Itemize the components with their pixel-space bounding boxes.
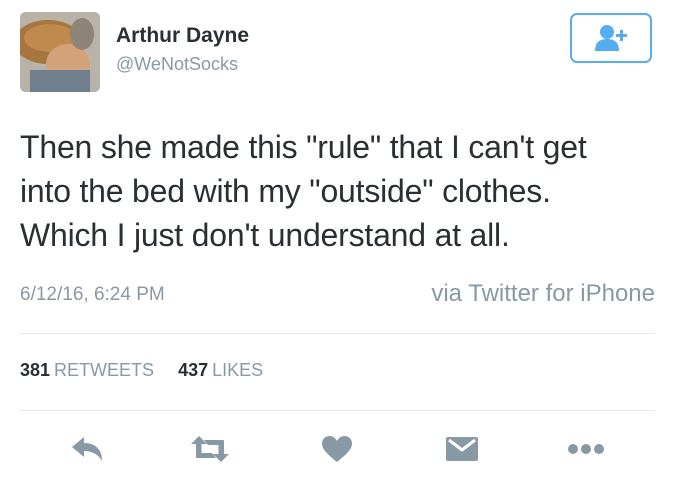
divider	[20, 410, 655, 411]
divider	[20, 333, 655, 334]
retweets-count: 381	[20, 360, 51, 380]
user-handle[interactable]: @WeNotSocks	[116, 54, 238, 75]
retweet-icon	[191, 436, 229, 462]
reply-button[interactable]	[67, 432, 107, 466]
tweet-line: into the bed with my "outside" clothes.	[20, 173, 551, 209]
more-icon	[568, 444, 604, 454]
likes-count: 437	[178, 360, 209, 380]
like-button[interactable]	[317, 432, 357, 466]
tweet-line: Then she made this "rule" that I can't g…	[20, 129, 587, 165]
reply-icon	[72, 437, 102, 461]
tweet-line: Which I just don't understand at all.	[20, 217, 510, 253]
like-icon	[322, 436, 352, 462]
more-button[interactable]	[566, 432, 606, 466]
message-button[interactable]	[442, 432, 482, 466]
display-name[interactable]: Arthur Dayne	[116, 24, 249, 48]
likes-label: LIKES	[212, 360, 264, 380]
retweet-button[interactable]	[190, 432, 230, 466]
retweets-stat[interactable]: 381 RETWEETS	[20, 360, 159, 380]
message-icon	[446, 437, 478, 461]
profile-photo	[20, 12, 100, 92]
tweet-timestamp[interactable]: 6/12/16, 6:24 PM	[20, 284, 165, 306]
tweet-source[interactable]: via Twitter for iPhone	[431, 280, 655, 308]
likes-stat[interactable]: 437 LIKES	[178, 360, 263, 380]
follow-user-icon	[595, 25, 627, 51]
engagement-stats: 381 RETWEETS 437 LIKES	[20, 360, 263, 381]
follow-button[interactable]	[570, 13, 652, 63]
tweet-text: Then she made this "rule" that I can't g…	[20, 125, 660, 257]
avatar[interactable]	[20, 12, 100, 92]
retweets-label: RETWEETS	[54, 360, 155, 380]
